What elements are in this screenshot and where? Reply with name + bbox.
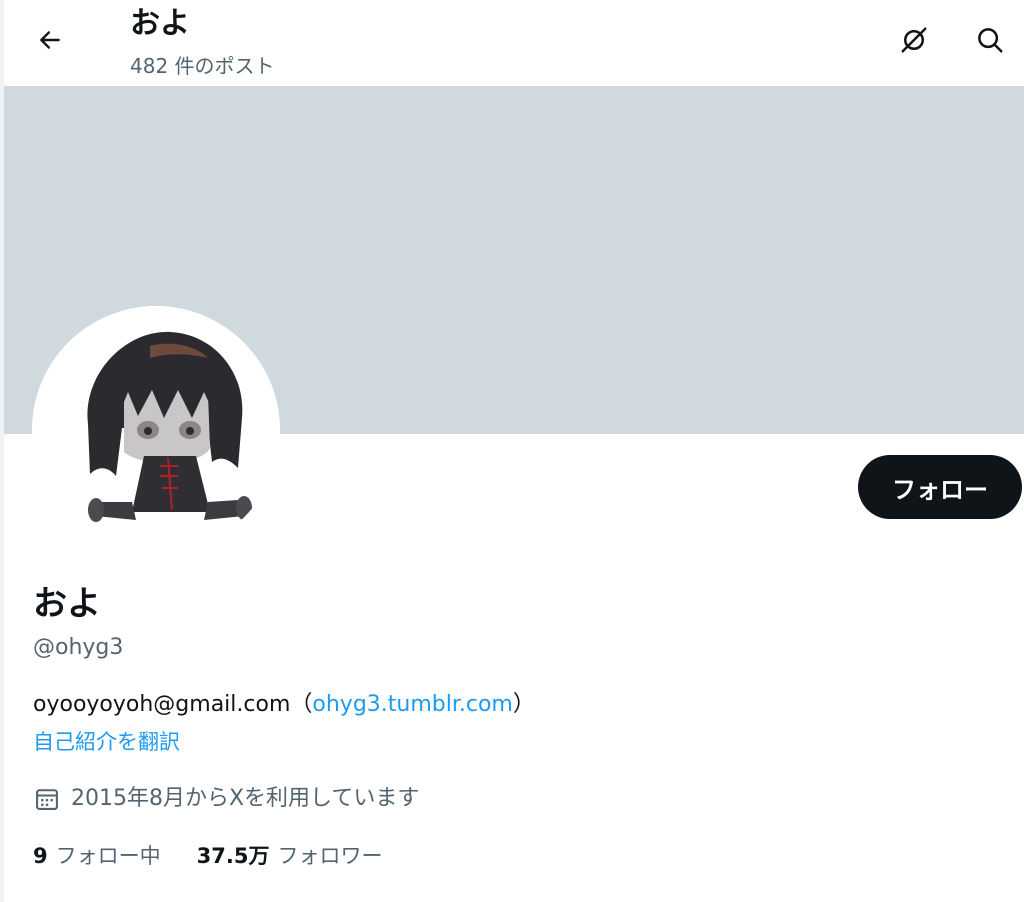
join-date: 2015年8月からXを利用しています xyxy=(33,783,419,815)
followers-link[interactable]: 37.5万 フォロワー xyxy=(197,840,383,872)
follow-button[interactable]: フォロー xyxy=(858,455,1022,519)
profile-header-bar: およ 482 件のポスト xyxy=(4,0,1024,86)
follow-stats: 9 フォロー中 37.5万 フォロワー xyxy=(33,840,382,872)
following-count: 9 xyxy=(33,844,48,868)
user-handle: @ohyg3 xyxy=(33,635,124,660)
avatar-illustration xyxy=(32,306,280,554)
bio: oyooyoyoh@gmail.com（ohyg3.tumblr.com） xyxy=(33,689,535,721)
join-date-text: 2015年8月からXを利用しています xyxy=(71,786,420,811)
calendar-icon xyxy=(36,789,58,810)
following-link[interactable]: 9 フォロー中 xyxy=(33,840,161,872)
header-title: およ xyxy=(130,6,190,41)
bio-suffix: ） xyxy=(512,692,535,717)
back-button[interactable] xyxy=(30,20,70,60)
followers-count: 37.5万 xyxy=(196,844,270,868)
grok-icon xyxy=(901,27,927,53)
following-label: フォロー中 xyxy=(55,844,161,868)
grok-button[interactable] xyxy=(894,20,934,60)
search-icon xyxy=(978,28,1003,53)
post-count: 482 件のポスト xyxy=(130,54,275,78)
back-arrow-icon xyxy=(40,31,60,49)
avatar[interactable] xyxy=(32,306,280,554)
followers-label: フォロワー xyxy=(277,844,383,868)
search-button[interactable] xyxy=(970,20,1010,60)
translate-bio-link[interactable]: 自己紹介を翻訳 xyxy=(33,727,180,757)
bio-link[interactable]: ohyg3.tumblr.com xyxy=(312,692,512,717)
display-name: およ xyxy=(33,584,101,624)
bio-text: oyooyoyoh@gmail.com（ xyxy=(33,692,313,717)
